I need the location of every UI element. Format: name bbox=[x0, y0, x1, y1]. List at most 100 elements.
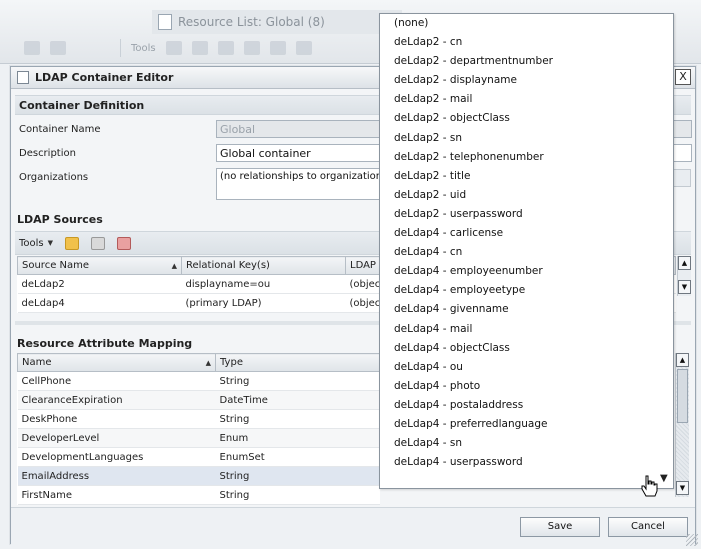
dropdown-option[interactable]: deLdap4 - cn bbox=[380, 243, 673, 262]
attribute-type-cell: String bbox=[215, 466, 380, 486]
attribute-mapping-header-row: Name ▲ Type bbox=[17, 353, 380, 372]
scroll-down-button[interactable]: ▼ bbox=[676, 481, 689, 495]
attribute-name-cell: FirstName bbox=[17, 485, 216, 505]
dropdown-option[interactable]: deLdap4 - employeenumber bbox=[380, 262, 673, 281]
delete-icon[interactable] bbox=[295, 41, 312, 55]
export-icon[interactable] bbox=[50, 41, 66, 55]
organizations-label: Organizations bbox=[19, 172, 89, 183]
dropdown-option[interactable]: deLdap4 - carlicense bbox=[380, 224, 673, 243]
ldap-attribute-dropdown-list[interactable]: (none) deLdap2 - cn deLdap2 - departmentnu… bbox=[379, 13, 674, 489]
dropdown-option[interactable]: deLdap4 - ou bbox=[380, 358, 673, 377]
attribute-name-cell: ClearanceExpiration bbox=[17, 390, 216, 410]
column-type[interactable]: Type bbox=[215, 353, 380, 372]
dropdown-option[interactable]: (none) bbox=[380, 14, 673, 33]
scroll-up-button[interactable]: ▲ bbox=[678, 256, 691, 270]
caret-down-icon: ▼ bbox=[47, 239, 54, 247]
table-row[interactable]: DevelopmentLanguages EnumSet bbox=[17, 447, 380, 467]
add-icon[interactable] bbox=[269, 41, 286, 55]
dialog-title: LDAP Container Editor bbox=[35, 71, 174, 84]
tools-icon[interactable] bbox=[217, 41, 234, 55]
dialog-footer: Save Cancel bbox=[11, 507, 695, 545]
background-tab[interactable]: Resource List: Global (8) bbox=[152, 10, 402, 34]
ldap-sources-scrollbar[interactable]: ▲ ▼ bbox=[677, 256, 691, 296]
dropdown-option[interactable]: deLdap2 - title bbox=[380, 167, 673, 186]
ldap-sources-toolbar: Tools ▼ bbox=[19, 232, 132, 254]
relational-key-cell: displayname=ou bbox=[181, 274, 346, 294]
dropdown-option[interactable]: deLdap2 - cn bbox=[380, 33, 673, 52]
table-row[interactable]: ClearanceExpiration DateTime bbox=[17, 390, 380, 410]
dropdown-option[interactable]: deLdap4 - mail bbox=[380, 320, 673, 339]
dropdown-option[interactable]: deLdap2 - mail bbox=[380, 90, 673, 109]
dropdown-option[interactable]: deLdap2 - telephonenumber bbox=[380, 148, 673, 167]
ldap-sources-heading: LDAP Sources bbox=[17, 213, 103, 226]
edit-source-icon[interactable] bbox=[91, 236, 106, 250]
table-row[interactable]: DeskPhone String bbox=[17, 409, 380, 429]
dropdown-option[interactable]: deLdap2 - objectClass bbox=[380, 109, 673, 128]
dropdown-caret-icon[interactable]: ▼ bbox=[660, 473, 668, 484]
container-name-label: Container Name bbox=[19, 124, 101, 135]
attribute-name-cell: EmailAddress bbox=[17, 466, 216, 486]
dropdown-option[interactable]: deLdap2 - sn bbox=[380, 129, 673, 148]
link-icon[interactable] bbox=[165, 41, 182, 55]
toolbar-divider bbox=[120, 39, 121, 57]
attribute-name-cell: DeskPhone bbox=[17, 409, 216, 429]
dropdown-option[interactable]: deLdap4 - givenname bbox=[380, 300, 673, 319]
column-source-name[interactable]: Source Name ▲ bbox=[17, 256, 182, 275]
resize-grip-icon[interactable] bbox=[686, 534, 698, 546]
ldap-tools-label: Tools bbox=[19, 237, 44, 249]
dropdown-option[interactable]: deLdap2 - userpassword bbox=[380, 205, 673, 224]
dropdown-option[interactable]: deLdap4 - photo bbox=[380, 377, 673, 396]
cancel-button[interactable]: Cancel bbox=[608, 517, 688, 537]
attribute-type-cell: Enum bbox=[215, 428, 380, 448]
scroll-up-button[interactable]: ▲ bbox=[676, 353, 689, 367]
attribute-name-cell: DeveloperLevel bbox=[17, 428, 216, 448]
hand-cursor-icon bbox=[641, 475, 658, 497]
dropdown-option[interactable]: deLdap4 - employeetype bbox=[380, 281, 673, 300]
close-button[interactable]: X bbox=[675, 69, 691, 85]
description-label: Description bbox=[19, 148, 76, 159]
dropdown-option[interactable]: deLdap4 - objectClass bbox=[380, 339, 673, 358]
attribute-mapping-scrollbar[interactable]: ▲ ▼ bbox=[675, 353, 689, 497]
document-icon bbox=[158, 14, 172, 30]
dropdown-option[interactable]: deLdap4 - postaladdress bbox=[380, 396, 673, 415]
attribute-type-cell: String bbox=[215, 371, 380, 391]
move-icon[interactable] bbox=[243, 41, 260, 55]
sort-ascending-icon: ▲ bbox=[205, 359, 211, 367]
column-relational-keys[interactable]: Relational Key(s) bbox=[181, 256, 346, 275]
sort-ascending-icon: ▲ bbox=[171, 262, 177, 270]
dropdown-option[interactable]: deLdap2 - departmentnumber bbox=[380, 52, 673, 71]
attribute-mapping-table: Name ▲ Type CellPhone String ClearanceExp… bbox=[17, 353, 380, 505]
dropdown-option[interactable]: deLdap4 - userpassword bbox=[380, 453, 673, 472]
scroll-thumb[interactable] bbox=[677, 369, 688, 423]
source-name-cell: deLdap4 bbox=[17, 293, 182, 313]
scroll-down-button[interactable]: ▼ bbox=[678, 280, 691, 294]
dropdown-option[interactable]: deLdap4 - preferredlanguage bbox=[380, 415, 673, 434]
attribute-name-cell: DevelopmentLanguages bbox=[17, 447, 216, 467]
attribute-type-cell: EnumSet bbox=[215, 447, 380, 467]
background-window-title: Resource List: Global (8) bbox=[178, 15, 325, 29]
container-definition-heading: Container Definition bbox=[19, 99, 145, 112]
dropdown-option[interactable]: deLdap4 - sn bbox=[380, 434, 673, 453]
ldap-tools-menu[interactable]: Tools ▼ bbox=[19, 238, 53, 249]
table-row[interactable]: CellPhone String bbox=[17, 371, 380, 391]
dropdown-option[interactable]: deLdap2 - displayname bbox=[380, 71, 673, 90]
attribute-mapping-heading: Resource Attribute Mapping bbox=[17, 337, 193, 350]
table-row[interactable]: DeveloperLevel Enum bbox=[17, 428, 380, 448]
attribute-name-cell: CellPhone bbox=[17, 371, 216, 391]
table-row[interactable]: FirstName String bbox=[17, 485, 380, 505]
source-name-cell: deLdap2 bbox=[17, 274, 182, 294]
delete-source-icon[interactable] bbox=[117, 236, 132, 250]
dropdown-option[interactable]: deLdap2 - uid bbox=[380, 186, 673, 205]
edit-icon[interactable] bbox=[191, 41, 208, 55]
background-tools-menu[interactable]: Tools bbox=[131, 43, 156, 54]
column-name[interactable]: Name ▲ bbox=[17, 353, 216, 372]
dropdown-options: (none) deLdap2 - cn deLdap2 - departmentnu… bbox=[380, 14, 673, 472]
save-button[interactable]: Save bbox=[520, 517, 600, 537]
import-icon[interactable] bbox=[24, 41, 40, 55]
add-source-icon[interactable] bbox=[65, 236, 80, 250]
editor-icon bbox=[17, 71, 29, 84]
attribute-type-cell: DateTime bbox=[215, 390, 380, 410]
relational-key-cell: (primary LDAP) bbox=[181, 293, 346, 313]
table-row-selected[interactable]: EmailAddress String bbox=[17, 466, 380, 486]
attribute-type-cell: String bbox=[215, 485, 380, 505]
